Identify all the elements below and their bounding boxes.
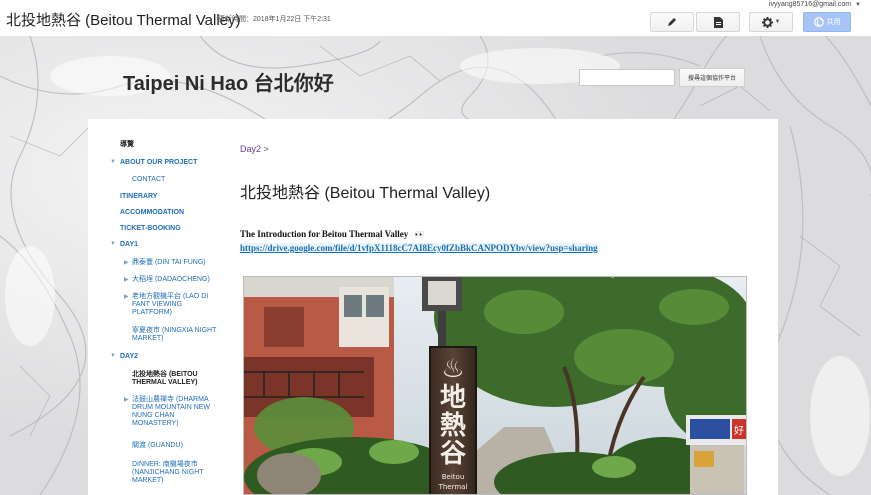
document-title: 北投地熱谷 (Beitou Thermal Valley) <box>6 12 241 29</box>
breadcrumb-separator: > <box>263 144 269 154</box>
sign-caption-1: Beitou <box>442 473 465 481</box>
expand-triangle-icon[interactable]: ▼ <box>110 353 116 359</box>
page-icon <box>713 16 723 28</box>
site-search-input[interactable] <box>579 69 675 86</box>
page-title: 北投地熱谷 (Beitou Thermal Valley) <box>240 185 491 202</box>
collapse-triangle-icon[interactable]: ▶ <box>124 396 129 403</box>
sidebar-item-contact[interactable]: CONTACT <box>132 176 165 184</box>
pencil-icon <box>668 18 676 26</box>
user-email: ivyyang85716@gmail.com <box>768 1 852 8</box>
breadcrumb: Day2 > <box>240 144 269 154</box>
hot-spring-symbol: ♨ <box>441 354 464 384</box>
more-actions-button[interactable]: ▼ <box>749 12 793 32</box>
sidebar-item-dharma-drum[interactable]: 法鼓山農禪寺 (DHARMA DRUM MOUNTAIN NEW NUNG CH… <box>132 396 218 428</box>
sign-caption-2: Thermal <box>438 483 468 491</box>
collapse-triangle-icon[interactable]: ▶ <box>124 259 129 266</box>
sidebar-item-lao-di-fant[interactable]: 老地方觀機平台 (LAO DI FANT VIEWING PLATFORM) <box>132 293 218 317</box>
sidebar-item-dadaocheng[interactable]: 大稻埕 (DADAOCHENG) <box>132 276 210 284</box>
site-title[interactable]: Taipei Ni Hao 台北你好 <box>123 67 334 96</box>
eyes-emoji: 👀 <box>414 230 426 239</box>
sidebar-item-din-tai-fung[interactable]: 鼎泰豐 (DIN TAI FUNG) <box>132 259 206 267</box>
chevron-down-icon: ▼ <box>774 19 781 25</box>
expand-triangle-icon[interactable]: ▼ <box>110 159 116 165</box>
content-card: 導覽 ▼ ABOUT OUR PROJECT CONTACT ITINERARY… <box>88 119 778 495</box>
sidebar-item-beitou-current[interactable]: 北投地熱谷 (BEITOU THERMAL VALLEY) <box>132 371 218 387</box>
chevron-down-icon: ▼ <box>855 2 861 8</box>
breadcrumb-link-day2[interactable]: Day2 <box>240 144 261 154</box>
account-menu[interactable]: ivyyang85716@gmail.com ▼ <box>769 1 861 8</box>
collapse-triangle-icon[interactable]: ▶ <box>124 276 129 283</box>
collapse-triangle-icon[interactable]: ▶ <box>124 293 129 300</box>
beitou-photo-image: ♨ 地 熱 谷 Beitou Thermal 好 <box>244 277 746 494</box>
editor-toolbar: 北投地熱谷 (Beitou Thermal Valley) 更新時間：2018年… <box>0 0 871 36</box>
new-page-button[interactable] <box>696 12 740 32</box>
sidebar-item-day2[interactable]: DAY2 <box>120 353 138 361</box>
globe-icon <box>813 17 824 27</box>
sidebar-item-day1[interactable]: DAY1 <box>120 241 138 249</box>
drive-link[interactable]: https://drive.google.com/file/d/1vfpX111… <box>240 243 598 253</box>
sidebar-item-ningxia[interactable]: 寧夏夜市 (NINGXIA NIGHT MARKET) <box>132 327 218 343</box>
sidebar-item-ticket-booking[interactable]: TICKET-BOOKING <box>120 225 181 233</box>
sidebar-heading: 導覽 <box>120 141 134 148</box>
site-search-button[interactable]: 搜尋這個協作平台 <box>679 68 745 87</box>
sign-char-2: 熱 <box>440 411 466 441</box>
stall-sign-text: 好 <box>734 425 744 437</box>
sidebar-item-nanjichang[interactable]: DINNER: 南機場夜市 (NANJICHANG NIGHT MARKET) <box>132 461 218 485</box>
share-button[interactable]: 共用 <box>803 12 851 32</box>
last-updated-text: 更新時間：2018年1月22日 下午2:31 <box>218 16 331 23</box>
intro-text: The Introduction for Beitou Thermal Vall… <box>240 229 426 239</box>
gear-icon <box>761 16 773 28</box>
share-label: 共用 <box>826 19 841 26</box>
edit-page-button[interactable] <box>650 12 694 32</box>
sign-char-3: 谷 <box>440 439 467 469</box>
sign-char-1: 地 <box>440 383 466 413</box>
beitou-photo: ♨ 地 熱 谷 Beitou Thermal 好 <box>243 276 747 495</box>
sidebar-item-about[interactable]: ABOUT OUR PROJECT <box>120 159 197 167</box>
expand-triangle-icon[interactable]: ▼ <box>110 241 116 247</box>
sidebar-item-accommodation[interactable]: ACCOMMODATION <box>120 209 184 217</box>
intro-label: The Introduction for Beitou Thermal Vall… <box>240 229 409 239</box>
sidebar-item-guandu[interactable]: 關渡 (GUANDU) <box>132 442 183 450</box>
sidebar-item-itinerary[interactable]: ITINERARY <box>120 193 157 201</box>
